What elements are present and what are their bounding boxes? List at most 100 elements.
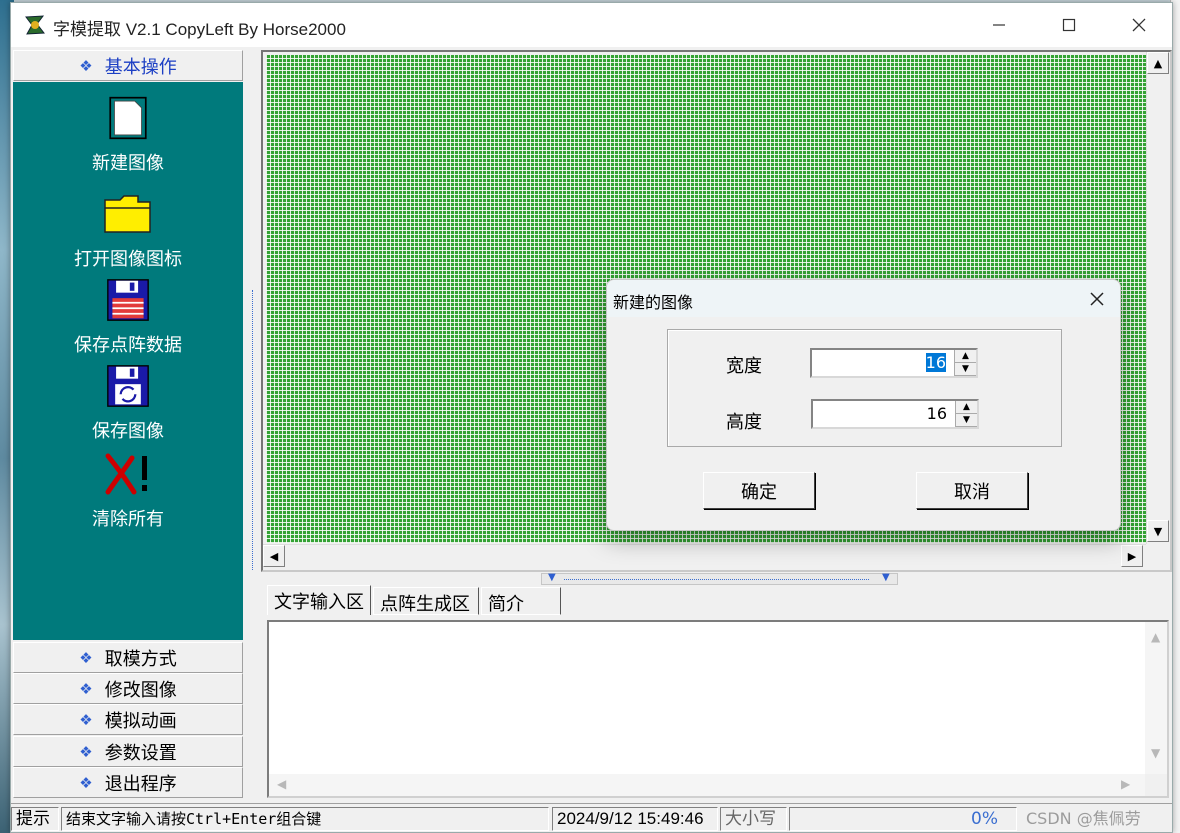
scrollbar-corner <box>1145 774 1167 796</box>
arrow-left-icon: ◀ <box>277 777 287 791</box>
close-icon <box>1132 18 1146 32</box>
diamond-icon: ❖ <box>79 648 93 667</box>
nav-exit-program[interactable]: ❖ 退出程序 <box>13 767 243 798</box>
arrow-down-icon: ▼ <box>1151 746 1161 760</box>
status-time: 2024/9/12 15:49:46 <box>552 807 718 831</box>
tool-label: 清除所有 <box>92 509 164 530</box>
scrollbar-corner <box>1146 544 1170 568</box>
maximize-icon <box>1062 18 1076 32</box>
tool-save-matrix[interactable]: 保存点阵数据 <box>13 278 243 357</box>
text-horizontal-scrollbar[interactable]: ◀ ▶ <box>269 774 1147 796</box>
tool-new-image[interactable]: 新建图像 <box>13 96 243 175</box>
dialog-title-bar[interactable]: 新建的图像 <box>607 280 1120 317</box>
arrow-up-icon[interactable]: ▲ <box>956 401 977 414</box>
close-button[interactable] <box>1111 3 1167 47</box>
folder-icon <box>104 195 151 233</box>
tab-strip: 文字输入区 点阵生成区 简介 <box>267 585 1167 615</box>
app-icon <box>25 15 45 35</box>
tool-clear-all[interactable]: 清除所有 <box>13 452 243 531</box>
size-group: 宽度 16 ▲ ▼ 高度 16 ▲ ▼ <box>667 329 1062 447</box>
tool-label: 保存图像 <box>92 421 164 442</box>
tool-save-image[interactable]: 保存图像 <box>13 364 243 443</box>
maximize-button[interactable] <box>1041 3 1097 47</box>
arrow-right-icon: ▶ <box>1127 549 1137 563</box>
height-stepper[interactable]: ▲ ▼ <box>955 401 977 427</box>
scroll-up-button[interactable]: ▲ <box>1147 52 1169 74</box>
height-value[interactable]: 16 <box>927 404 947 423</box>
height-label: 高度 <box>726 412 762 433</box>
nav-label: 参数设置 <box>104 742 177 764</box>
floppy-icon <box>107 279 149 321</box>
status-bar: 提示 结束文字输入请按Ctrl+Enter组合键 2024/9/12 15:49… <box>11 803 1172 832</box>
status-message: 结束文字输入请按Ctrl+Enter组合键 <box>61 807 549 831</box>
text-input-area[interactable]: ▲ ▼ ◀ ▶ <box>267 620 1169 798</box>
nav-label: 模拟动画 <box>104 710 177 732</box>
arrow-up-icon: ▲ <box>1151 630 1161 644</box>
height-spinbox[interactable]: 16 ▲ ▼ <box>811 399 979 429</box>
diamond-icon: ❖ <box>79 742 93 761</box>
title-bar[interactable]: 字模提取 V2.1 CopyLeft By Horse2000 <box>11 3 1172 47</box>
tool-open-image[interactable]: 打开图像图标 <box>13 192 243 271</box>
diamond-icon: ❖ <box>79 679 93 698</box>
clear-all-icon <box>105 453 147 495</box>
ok-button[interactable]: 确定 <box>703 472 815 509</box>
width-label: 宽度 <box>726 356 762 377</box>
tool-label: 保存点阵数据 <box>74 335 182 356</box>
vertical-splitter[interactable] <box>247 50 259 578</box>
window-title: 字模提取 V2.1 CopyLeft By Horse2000 <box>53 20 346 39</box>
status-hint: 提示 <box>11 807 59 831</box>
status-progress: 0% <box>789 807 1017 831</box>
scroll-left-button[interactable]: ◀ <box>263 545 285 567</box>
floppy-refresh-icon <box>107 365 149 407</box>
tab-matrix-output[interactable]: 点阵生成区 <box>373 587 479 615</box>
splitter-handle <box>564 579 869 580</box>
nav-simulate-animation[interactable]: ❖ 模拟动画 <box>13 704 243 735</box>
diamond-icon: ❖ <box>79 56 93 75</box>
basic-operations-panel: 新建图像 打开图像图标 保存点阵数据 保存图像 清除所有 <box>13 82 243 640</box>
left-panel: ❖ 基本操作 新建图像 打开图像图标 保存点阵数据 保存图像 清除所有 ❖ 取模… <box>13 50 243 804</box>
arrow-right-icon: ▶ <box>1121 777 1131 791</box>
horizontal-scrollbar[interactable]: ◀ ▶ <box>263 544 1146 568</box>
minimize-icon <box>993 24 1005 26</box>
watermark: CSDN @焦佩劳 <box>1026 809 1141 828</box>
nav-label: 修改图像 <box>104 679 177 701</box>
new-image-dialog: 新建的图像 宽度 16 ▲ ▼ 高度 16 ▲ ▼ 确定 取消 <box>606 279 1121 531</box>
tool-label: 新建图像 <box>92 153 164 174</box>
nav-extract-mode[interactable]: ❖ 取模方式 <box>13 642 243 673</box>
arrow-up-icon: ▲ <box>1153 56 1163 70</box>
width-value[interactable]: 16 <box>925 353 946 372</box>
chevron-down-icon: ▼ <box>548 572 556 583</box>
vertical-scrollbar[interactable]: ▲ ▼ <box>1146 52 1170 544</box>
cancel-button[interactable]: 取消 <box>916 472 1028 509</box>
diamond-icon: ❖ <box>79 773 93 792</box>
tab-text-input[interactable]: 文字输入区 <box>267 585 371 615</box>
arrow-up-icon[interactable]: ▲ <box>955 350 976 363</box>
new-file-icon <box>109 96 147 140</box>
splitter-handle <box>252 290 253 570</box>
width-spinbox[interactable]: 16 ▲ ▼ <box>810 348 978 378</box>
close-icon <box>1090 292 1104 306</box>
nav-basic-operations[interactable]: ❖ 基本操作 <box>13 50 243 81</box>
chevron-down-icon: ▼ <box>882 572 890 583</box>
nav-parameters[interactable]: ❖ 参数设置 <box>13 736 243 767</box>
nav-label: 基本操作 <box>104 56 177 78</box>
arrow-left-icon: ◀ <box>269 549 279 563</box>
minimize-button[interactable] <box>971 3 1027 47</box>
arrow-down-icon: ▼ <box>1153 524 1163 538</box>
tool-label: 打开图像图标 <box>74 249 182 270</box>
scroll-down-button[interactable]: ▼ <box>1147 520 1169 542</box>
dialog-title: 新建的图像 <box>613 293 694 312</box>
horizontal-splitter[interactable]: ▼ ▼ <box>541 572 898 585</box>
dialog-close-button[interactable] <box>1077 284 1117 314</box>
text-vertical-scrollbar[interactable]: ▲ ▼ <box>1145 622 1167 774</box>
arrow-down-icon[interactable]: ▼ <box>956 414 977 427</box>
nav-label: 退出程序 <box>104 773 177 795</box>
arrow-down-icon[interactable]: ▼ <box>955 363 976 376</box>
tab-intro[interactable]: 简介 <box>481 587 561 615</box>
scroll-right-button[interactable]: ▶ <box>1121 545 1143 567</box>
nav-edit-image[interactable]: ❖ 修改图像 <box>13 673 243 704</box>
nav-label: 取模方式 <box>104 648 177 670</box>
diamond-icon: ❖ <box>79 710 93 729</box>
width-stepper[interactable]: ▲ ▼ <box>954 350 976 376</box>
status-caps-lock: 大小写 <box>720 807 787 831</box>
